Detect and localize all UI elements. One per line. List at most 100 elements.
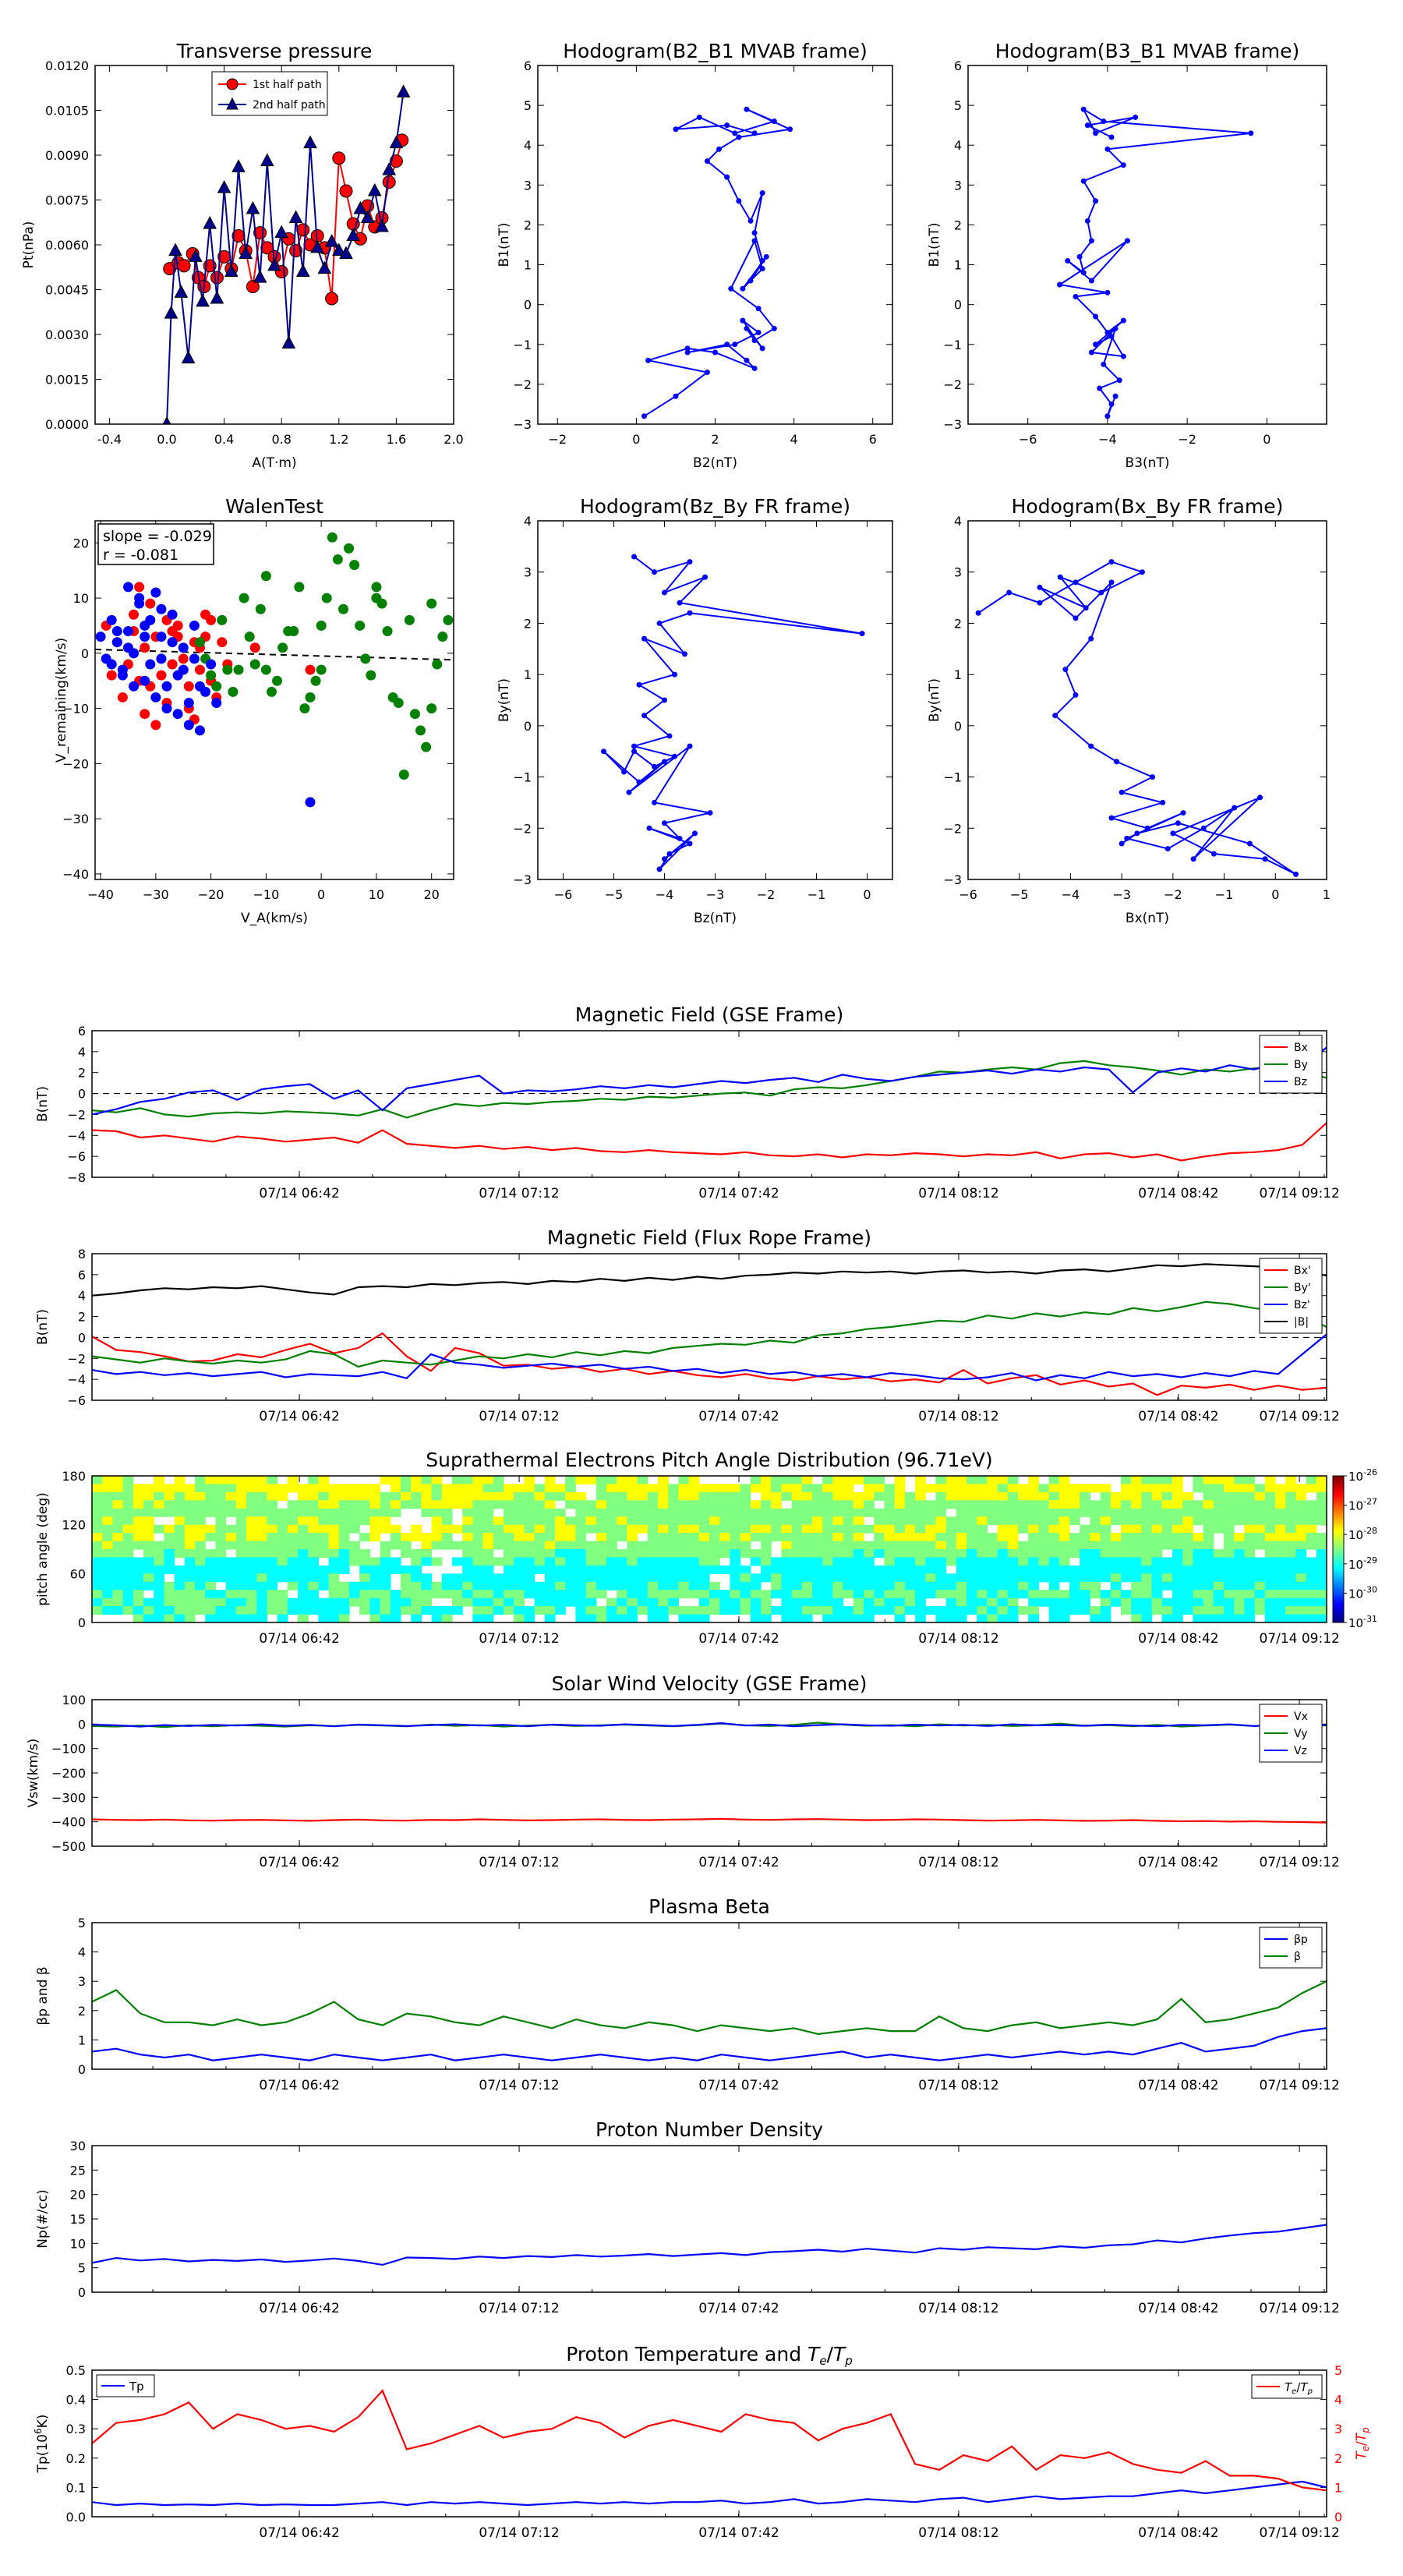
legend-label: Vz <box>1294 1745 1307 1757</box>
heatmap-cell <box>267 1557 278 1566</box>
heatmap-cell <box>1316 1500 1327 1509</box>
heatmap-cell <box>935 1533 947 1542</box>
heatmap-cell <box>112 1476 124 1484</box>
x-tick-label: 07/14 07:12 <box>479 1186 559 1201</box>
heatmap-cell <box>595 1516 607 1526</box>
hodogram-b3-b1-xlabel: B3(nT) <box>1126 455 1170 471</box>
y-tick-label: −400 <box>51 1815 86 1830</box>
heatmap-cell <box>122 1484 134 1493</box>
heatmap-cell <box>801 1606 813 1615</box>
heatmap-cell <box>112 1524 124 1534</box>
heatmap-cell <box>801 1590 813 1599</box>
heatmap-cell <box>1224 1549 1235 1558</box>
heatmap-cell <box>338 1524 350 1534</box>
heatmap-cell <box>904 1598 916 1607</box>
heatmap-cell <box>843 1541 854 1550</box>
heatmap-cell <box>1203 1549 1214 1558</box>
heatmap-cell <box>874 1606 885 1615</box>
heatmap-cell <box>102 1476 113 1484</box>
data-point <box>1133 114 1139 120</box>
heatmap-cell <box>1193 1557 1204 1566</box>
y-tick-label: 0.0090 <box>45 148 89 163</box>
heatmap-cell <box>719 1484 730 1493</box>
heatmap-cell <box>524 1516 535 1526</box>
heatmap-cell <box>1080 1590 1090 1599</box>
heatmap-cell <box>843 1476 854 1484</box>
heatmap-cell <box>1234 1565 1245 1574</box>
heatmap-cell <box>1141 1573 1153 1583</box>
data-point <box>1232 805 1238 811</box>
heatmap-cell <box>688 1516 700 1526</box>
heatmap-cell <box>658 1557 669 1566</box>
heatmap-cell <box>915 1524 926 1534</box>
heatmap-cell <box>709 1581 720 1591</box>
heatmap-cell <box>143 1524 154 1534</box>
heatmap-cell <box>1264 1598 1276 1607</box>
heatmap-cell <box>184 1606 196 1615</box>
heatmap-cell <box>730 1606 741 1615</box>
heatmap-cell <box>164 1606 175 1615</box>
x-tick-label: −1 <box>808 887 826 902</box>
heatmap-cell <box>1121 1598 1132 1607</box>
heatmap-cell <box>1182 1606 1193 1615</box>
heatmap-cell <box>246 1581 257 1591</box>
heatmap-cell <box>997 1516 1009 1526</box>
hodogram-b3-b1-frame <box>967 65 1327 425</box>
heatmap-cell <box>431 1541 443 1550</box>
heatmap-cell <box>544 1533 556 1542</box>
data-point <box>426 703 437 714</box>
heatmap-cell <box>658 1524 669 1534</box>
data-point <box>1139 569 1145 575</box>
heatmap-cell <box>894 1533 906 1542</box>
heatmap-cell <box>544 1606 556 1615</box>
heatmap-cell <box>267 1524 278 1534</box>
heatmap-cell <box>1285 1606 1296 1615</box>
heatmap-cell <box>154 1549 164 1558</box>
heatmap-cell <box>1182 1565 1193 1574</box>
heatmap-cell <box>328 1524 340 1534</box>
heatmap-cell <box>493 1524 504 1534</box>
heatmap-cell <box>1080 1508 1090 1517</box>
heatmap-cell <box>524 1590 535 1599</box>
y-tick-label: 0 <box>81 646 89 661</box>
data-point <box>673 126 679 133</box>
heatmap-cell <box>411 1500 422 1509</box>
data-point <box>656 620 663 626</box>
hodogram-bz-by-frame <box>537 520 893 880</box>
heatmap-cell <box>421 1598 433 1607</box>
y-tick-label: 0 <box>78 1717 86 1732</box>
heatmap-cell <box>1069 1491 1080 1501</box>
heatmap-cell <box>904 1581 916 1591</box>
heatmap-cell <box>801 1516 813 1526</box>
heatmap-cell <box>915 1557 926 1566</box>
heatmap-cell <box>92 1516 103 1526</box>
solar-wind-velocity-ylabel: Vsw(km/s) <box>26 1739 41 1808</box>
heatmap-cell <box>864 1549 875 1558</box>
heatmap-cell <box>1306 1508 1317 1517</box>
heatmap-cell <box>1295 1573 1307 1583</box>
heatmap-cell <box>822 1491 833 1501</box>
heatmap-cell <box>874 1476 885 1484</box>
heatmap-cell <box>380 1573 391 1583</box>
heatmap-cell <box>637 1524 648 1534</box>
heatmap-cell <box>215 1516 227 1526</box>
heatmap-cell <box>164 1557 175 1566</box>
heatmap-cell <box>534 1508 546 1517</box>
x-tick-label: 07/14 07:12 <box>479 2301 559 2316</box>
x-tick-label: 07/14 08:12 <box>918 1855 998 1870</box>
data-point <box>260 153 274 167</box>
heatmap-cell <box>1110 1500 1122 1509</box>
data-point <box>382 626 393 637</box>
heatmap-cell <box>1007 1484 1019 1493</box>
heatmap-cell <box>987 1541 998 1550</box>
heatmap-cell <box>1306 1484 1317 1493</box>
heatmap-cell <box>205 1598 216 1607</box>
heatmap-cell <box>678 1476 690 1484</box>
heatmap-cell <box>235 1484 247 1493</box>
data-point <box>702 574 708 580</box>
x-tick-label: 07/14 08:42 <box>1138 2078 1218 2093</box>
heatmap-cell <box>359 1549 370 1558</box>
heatmap-cell <box>771 1557 782 1566</box>
heatmap-cell <box>864 1541 875 1550</box>
heatmap-cell <box>1151 1524 1163 1534</box>
